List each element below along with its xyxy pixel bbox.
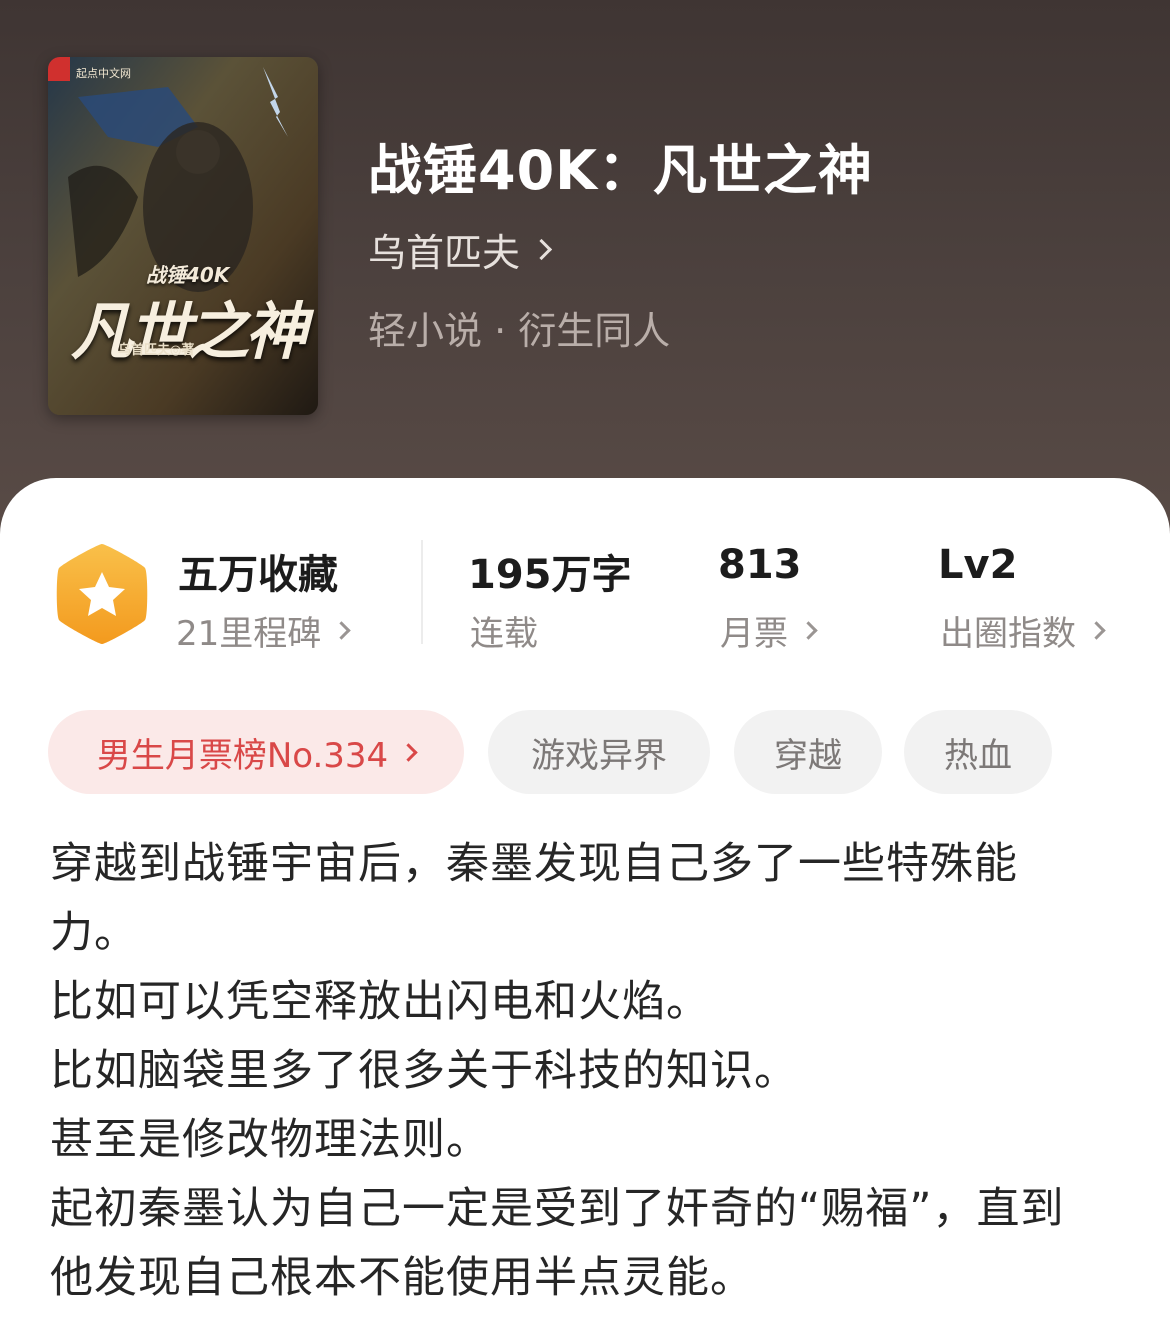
description-line: 力。 xyxy=(50,908,138,958)
tag-game-world[interactable]: 游戏异界 xyxy=(488,710,710,794)
milestone-label: 21里程碑 xyxy=(176,614,322,654)
serial-status-label: 连载 xyxy=(470,614,538,654)
book-title: 战锤40K：凡世之神 xyxy=(368,139,873,202)
tag-time-travel[interactable]: 穿越 xyxy=(734,710,882,794)
monthly-ticket-count: 813 xyxy=(718,542,802,588)
book-header: 起点中文网 战锤40K 凡世之神 乌首匹夫◎著 战锤40K：凡世之神 乌首匹夫 … xyxy=(0,0,1170,560)
rank-tag[interactable]: 男生月票榜No.334 xyxy=(48,710,464,794)
monthly-ticket-link[interactable]: 月票 xyxy=(720,606,818,655)
word-count: 195万字 xyxy=(468,552,632,598)
description-line: 比如脑袋里多了很多关于科技的知识。 xyxy=(50,1046,798,1096)
chevron-right-icon xyxy=(530,238,553,261)
monthly-ticket-label: 月票 xyxy=(720,614,788,654)
description-line: 起初秦墨认为自己一定是受到了奸奇的“赐福”，直到 xyxy=(50,1184,1065,1234)
cover-author: 乌首匹夫◎著 xyxy=(118,343,195,358)
popularity-index-link[interactable]: 出圈指数 xyxy=(940,606,1106,655)
book-category: 轻小说 · 衍生同人 xyxy=(368,309,671,353)
chevron-right-icon xyxy=(332,621,351,640)
level-value: Lv2 xyxy=(938,542,1018,588)
author-name: 乌首匹夫 xyxy=(368,231,521,275)
collection-medal-icon xyxy=(56,544,148,644)
book-description[interactable]: 穿越到战锤宇宙后，秦墨发现自己多了一些特殊能 力。 比如可以凭空释放出闪电和火焰… xyxy=(50,830,1120,1313)
rank-tag-label: 男生月票榜No.334 xyxy=(96,735,389,776)
description-line: 他发现自己根本不能使用半点灵能。 xyxy=(50,1253,754,1303)
chevron-right-icon xyxy=(399,742,418,762)
collect-count: 五万收藏 xyxy=(178,552,338,598)
book-cover-image[interactable]: 起点中文网 战锤40K 凡世之神 乌首匹夫◎著 xyxy=(48,57,318,415)
cover-publisher: 起点中文网 xyxy=(76,67,131,80)
chevron-right-icon xyxy=(1087,621,1106,640)
tag-label: 热血 xyxy=(944,735,1012,776)
description-line: 穿越到战锤宇宙后，秦墨发现自己多了一些特殊能 xyxy=(50,839,1018,889)
tag-label: 穿越 xyxy=(774,735,842,776)
milestone-link[interactable]: 21里程碑 xyxy=(176,606,351,655)
popularity-index-label: 出圈指数 xyxy=(940,614,1076,654)
description-line: 比如可以凭空释放出闪电和火焰。 xyxy=(50,977,710,1027)
chevron-right-icon xyxy=(799,621,818,640)
book-info-card: 五万收藏 21里程碑 195万字 连载 813 月票 Lv2 出圈指数 男生月票… xyxy=(0,478,1170,1328)
stats-divider xyxy=(421,540,423,644)
serial-status: 连载 xyxy=(470,606,538,655)
tag-hot-blooded[interactable]: 热血 xyxy=(904,710,1052,794)
author-link[interactable]: 乌首匹夫 xyxy=(368,222,553,277)
tag-label: 游戏异界 xyxy=(531,735,667,776)
description-line: 甚至是修改物理法则。 xyxy=(50,1115,490,1165)
